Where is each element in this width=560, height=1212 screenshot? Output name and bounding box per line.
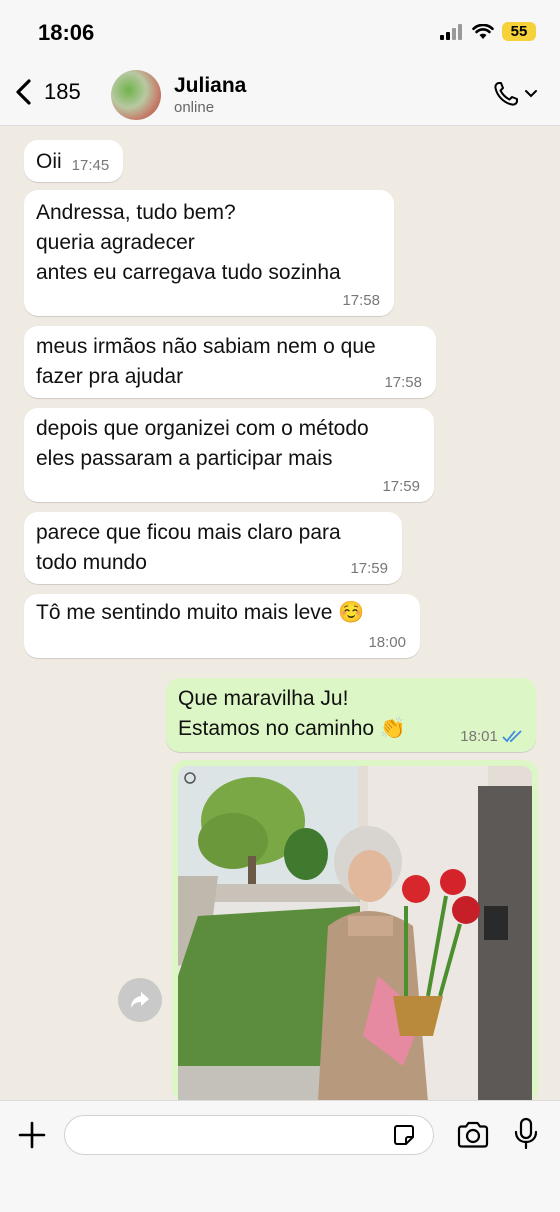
- message-bubble-outgoing[interactable]: Que maravilha Ju! Estamos no caminho 👏 1…: [166, 678, 536, 752]
- input-bar: [0, 1100, 560, 1212]
- status-icons: 55: [440, 22, 536, 41]
- message-text: meus irmãos não sabiam nem o que fazer p…: [36, 335, 376, 388]
- sticker-button[interactable]: [391, 1122, 417, 1153]
- message-text: Oii: [36, 150, 62, 173]
- forward-icon: [131, 992, 149, 1008]
- read-receipt-icon: [502, 730, 522, 743]
- unread-count: 185: [44, 79, 81, 104]
- status-time: 18:06: [38, 20, 95, 45]
- sticker-icon: [394, 1125, 414, 1145]
- photo-content: [178, 766, 532, 1100]
- image-message[interactable]: [172, 760, 538, 1100]
- chat-area[interactable]: Oii 17:45 Andressa, tudo bem? queria agra…: [0, 126, 560, 1100]
- message-time-outgoing: 18:01: [460, 729, 524, 745]
- message-time: 17:58: [384, 374, 422, 391]
- battery-indicator: 55: [502, 22, 536, 41]
- mic-icon: [514, 1117, 538, 1150]
- message-input[interactable]: [64, 1115, 434, 1155]
- message-time: 17:59: [382, 478, 420, 495]
- wifi-icon: [472, 23, 494, 39]
- camera-icon: [457, 1121, 489, 1148]
- message-time: 17:59: [350, 560, 388, 577]
- back-button[interactable]: 185: [14, 78, 81, 106]
- contact-name[interactable]: Juliana: [174, 74, 246, 98]
- forward-button[interactable]: [118, 978, 162, 1022]
- message-bubble[interactable]: parece que ficou mais claro para todo mu…: [24, 512, 402, 584]
- attach-button[interactable]: [16, 1119, 48, 1156]
- message-time: 18:01: [460, 728, 498, 745]
- message-bubble[interactable]: depois que organizei com o método eles p…: [24, 408, 434, 502]
- message-bubble[interactable]: Tô me sentindo muito mais leve ☺️ 18:00: [24, 594, 420, 658]
- message-text: depois que organizei com o método eles p…: [36, 417, 369, 470]
- message-bubble[interactable]: Andressa, tudo bem? queria agradecer ant…: [24, 190, 394, 316]
- back-chevron-icon: [16, 79, 31, 105]
- plus-icon: [18, 1121, 46, 1149]
- message-bubble[interactable]: meus irmãos não sabiam nem o que fazer p…: [24, 326, 436, 398]
- message-time: 17:58: [342, 292, 380, 309]
- message-bubble[interactable]: Oii 17:45: [24, 140, 124, 182]
- phone-icon: [494, 82, 518, 106]
- message-text: Andressa, tudo bem? queria agradecer ant…: [36, 201, 341, 284]
- message-time: 18:00: [368, 634, 406, 651]
- message-photo[interactable]: [178, 766, 532, 1100]
- status-bar: 18:06 55: [0, 0, 560, 64]
- message-text: Tô me sentindo muito mais leve ☺️: [36, 601, 365, 624]
- message-time: 17:45: [71, 157, 110, 174]
- avatar[interactable]: [111, 70, 161, 120]
- mic-button[interactable]: [513, 1117, 539, 1156]
- camera-button[interactable]: [456, 1121, 490, 1154]
- contact-status: online: [174, 99, 215, 116]
- chat-header: 185 Juliana online: [0, 64, 560, 126]
- call-button[interactable]: [492, 80, 538, 108]
- message-text: parece que ficou mais claro para todo mu…: [36, 521, 341, 574]
- chevron-down-icon: [525, 90, 537, 98]
- cellular-signal-icon: [440, 23, 462, 40]
